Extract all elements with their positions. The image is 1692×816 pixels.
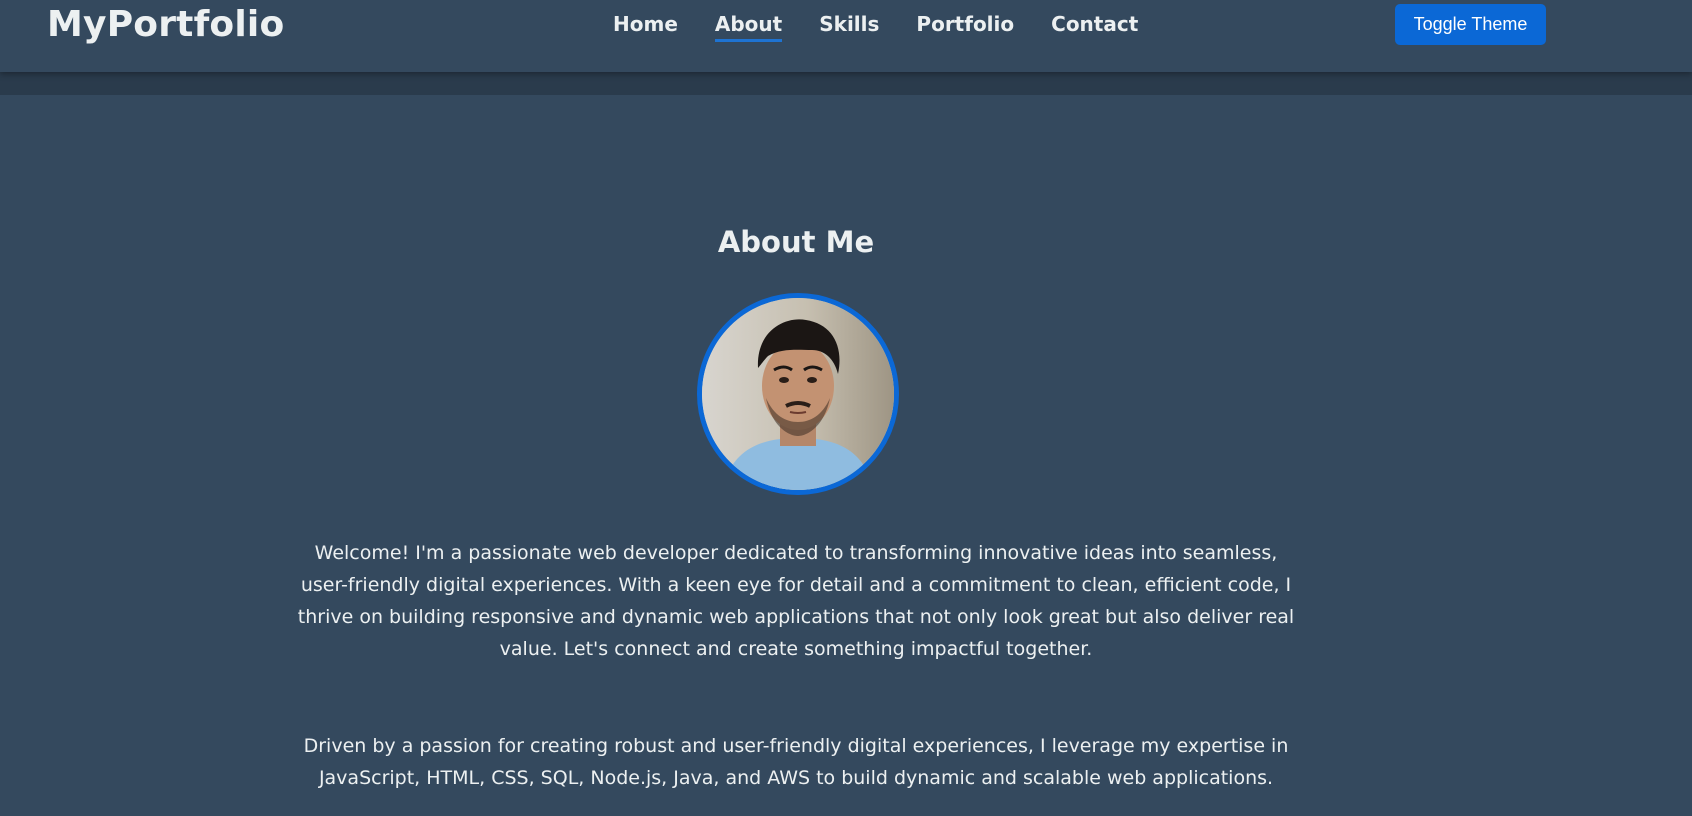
about-paragraph-skills: Driven by a passion for creating robust … <box>303 735 1289 789</box>
profile-avatar <box>697 293 899 495</box>
profile-photo-image <box>702 298 894 490</box>
toggle-theme-button[interactable]: Toggle Theme <box>1395 4 1546 45</box>
nav-link-skills[interactable]: Skills <box>819 12 879 42</box>
about-title: About Me <box>717 225 875 259</box>
nav-link-contact[interactable]: Contact <box>1051 12 1138 42</box>
site-logo[interactable]: MyPortfolio <box>47 4 284 45</box>
navbar: MyPortfolio Home About Skills Portfolio … <box>0 0 1692 72</box>
nav-link-home[interactable]: Home <box>613 12 678 42</box>
header-shadow-band <box>0 72 1692 95</box>
about-paragraph-intro: Welcome! I'm a passionate web developer … <box>297 542 1295 660</box>
about-section: About Me Welcome! I'm a passionate web d… <box>0 95 1692 816</box>
nav-links: Home About Skills Portfolio Contact <box>613 12 1175 42</box>
nav-link-portfolio[interactable]: Portfolio <box>916 12 1014 42</box>
nav-link-about[interactable]: About <box>714 12 783 42</box>
